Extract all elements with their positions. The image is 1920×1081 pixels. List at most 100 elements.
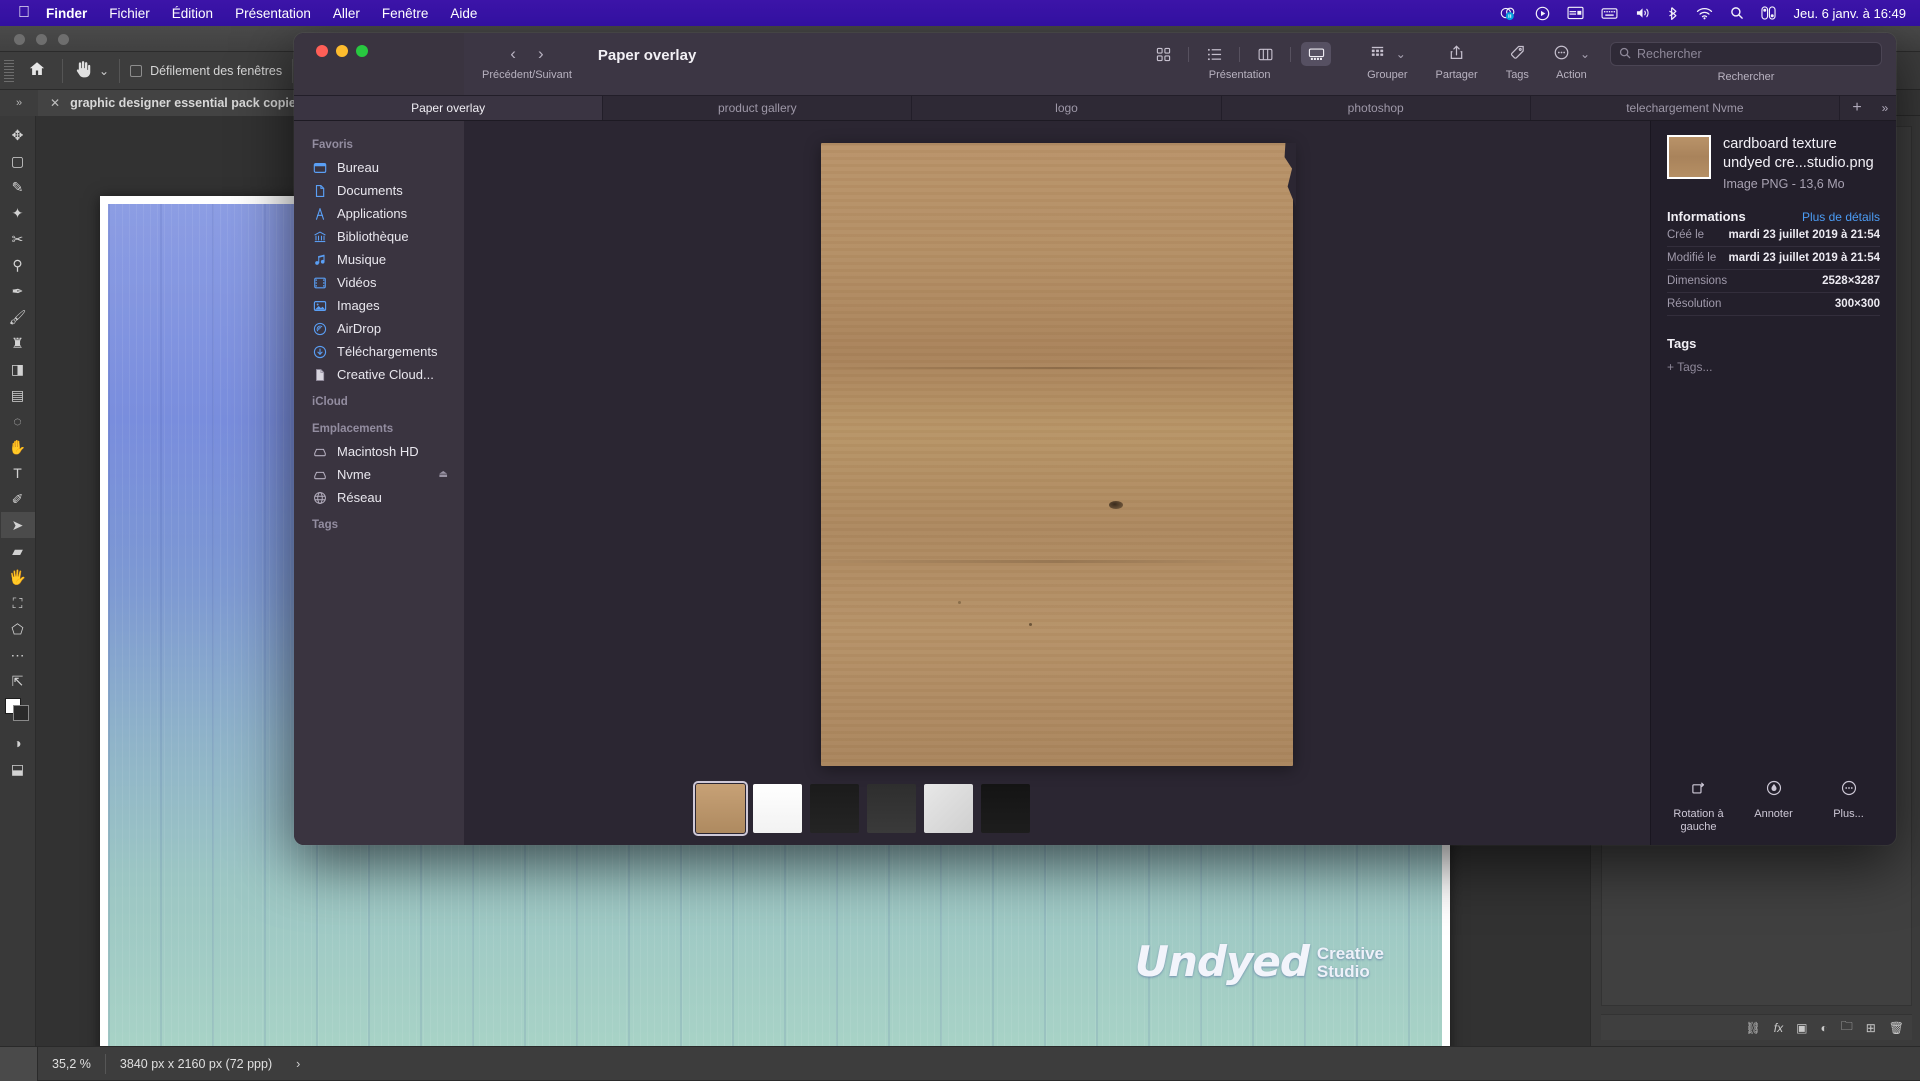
chevron-right-icon[interactable]: › — [532, 44, 550, 64]
chevron-down-icon[interactable]: ⌄ — [1396, 47, 1406, 61]
close-button[interactable] — [316, 45, 328, 57]
pen-tool-icon[interactable]: ✐ — [1, 486, 35, 512]
search-group[interactable]: Rechercher Rechercher — [1590, 41, 1882, 83]
hand-icon[interactable] — [73, 59, 93, 82]
filmstrip-thumb-black-texture[interactable] — [981, 783, 1030, 833]
menu-item-aide[interactable]: Aide — [450, 6, 477, 21]
sidebar-item-telechargements[interactable]: Téléchargements — [294, 340, 464, 363]
sidebar-item-nvme[interactable]: Nvme ⏏ — [294, 463, 464, 486]
new-layer-icon[interactable]: ⊞ — [1866, 1021, 1876, 1035]
layers-panel-toolbar[interactable]: ⛓ fx ▣ ◐ 🗀 ⊞ 🗑 — [1601, 1014, 1912, 1040]
move-tool-icon[interactable]: ✥ — [1, 122, 35, 148]
fx-icon[interactable]: fx — [1774, 1021, 1783, 1035]
menu-item-aller[interactable]: Aller — [333, 6, 360, 21]
zoom-tool-icon[interactable]: ⛶ — [1, 590, 35, 616]
group-button[interactable]: ⌄ Grouper — [1367, 41, 1407, 81]
keyboard-icon[interactable] — [1601, 7, 1618, 20]
double-chevron-icon[interactable]: » — [1874, 96, 1896, 120]
sidebar-item-bureau[interactable]: Bureau — [294, 156, 464, 179]
minimize-button[interactable] — [336, 45, 348, 57]
chevron-down-icon[interactable]: ⌄ — [1580, 47, 1590, 61]
chevron-left-icon[interactable]: ‹ — [504, 44, 522, 64]
tab-product-gallery[interactable]: product gallery — [603, 96, 913, 120]
info-panel-actions[interactable]: Rotation à gauche Annoter Plus... — [1651, 779, 1896, 835]
bluetooth-icon[interactable] — [1668, 6, 1679, 21]
filmstrip-thumb-cardboard[interactable] — [693, 780, 748, 836]
menu-item-edition[interactable]: Édition — [172, 6, 213, 21]
eraser-tool-icon[interactable]: ◨ — [1, 356, 35, 382]
tags-button[interactable]: Tags — [1506, 41, 1529, 81]
ps-close-button[interactable] — [14, 34, 25, 45]
more-button[interactable]: Plus... — [1814, 779, 1884, 822]
macos-menu-bar[interactable]:  Finder Fichier Édition Présentation Al… — [0, 0, 1920, 26]
menu-item-finder[interactable]: Finder — [46, 6, 87, 21]
menu-item-fenetre[interactable]: Fenêtre — [382, 6, 429, 21]
marquee-tool-icon[interactable]: ▢ — [1, 148, 35, 174]
finder-window[interactable]: ‹ › Précédent/Suivant Paper overlay Prés… — [294, 33, 1896, 845]
chevron-right-icon[interactable]: › — [286, 1057, 310, 1071]
search-input[interactable]: Rechercher — [1610, 42, 1882, 66]
finder-sidebar[interactable]: Favoris Bureau Documents Applications Bi… — [294, 121, 464, 845]
finder-info-panel[interactable]: cardboard texture undyed cre...studio.pn… — [1650, 121, 1896, 845]
tab-photoshop[interactable]: photoshop — [1222, 96, 1531, 120]
crop-tool-icon[interactable]: ✂ — [1, 226, 35, 252]
share-icon[interactable] — [1448, 44, 1465, 64]
quick-mask-icon[interactable]: ◑ — [1, 730, 35, 756]
finder-toolbar[interactable]: ‹ › Précédent/Suivant Paper overlay Prés… — [464, 33, 1896, 95]
menu-bar-clock[interactable]: Jeu. 6 janv. à 16:49 — [1793, 6, 1906, 21]
plus-icon[interactable]: + — [1840, 96, 1874, 120]
preview-area[interactable] — [464, 121, 1650, 771]
ps-zoom-button[interactable] — [58, 34, 69, 45]
tag-icon[interactable] — [1509, 44, 1526, 64]
scroll-windows-checkbox[interactable] — [130, 64, 143, 77]
sidebar-item-bibliotheque[interactable]: Bibliothèque — [294, 225, 464, 248]
panel-expand-toggle[interactable]: » — [0, 89, 38, 116]
link-icon[interactable]: ⛓ — [1746, 1021, 1761, 1035]
column-view-icon[interactable] — [1250, 42, 1280, 66]
share-button[interactable]: Partager — [1435, 41, 1478, 81]
control-center-icon[interactable] — [1761, 6, 1777, 20]
screen-recording-icon[interactable] — [1499, 6, 1518, 21]
group-icon[interactable] — [1369, 44, 1386, 64]
more-details-link[interactable]: Plus de détails — [1802, 210, 1880, 224]
markup-button[interactable]: Annoter — [1739, 779, 1809, 822]
screen-mode-icon[interactable]: ⇱ — [1, 668, 35, 694]
background-color-swatch[interactable] — [12, 705, 29, 721]
photoshop-tool-palette[interactable]: ✥ ▢ ✎ ✦ ✂ ⚲ ✒ 🖌 ♜ ◨ ▤ ◌ ✋ T ✐ ➤ ▰ 🖐 ⛶ ⬠ … — [0, 116, 36, 1046]
play-circle-icon[interactable] — [1535, 6, 1550, 21]
view-mode-group[interactable]: Présentation — [1146, 41, 1333, 81]
rotate-left-button[interactable]: Rotation à gauche — [1664, 779, 1734, 835]
sidebar-item-images[interactable]: Images — [294, 294, 464, 317]
menu-item-presentation[interactable]: Présentation — [235, 6, 311, 21]
eyedropper-icon[interactable]: ⚲ — [1, 252, 35, 278]
chevron-down-icon[interactable]: ⌄ — [99, 64, 109, 78]
display-icon[interactable] — [1567, 6, 1585, 20]
zoom-percent-field[interactable]: 35,2 % — [38, 1053, 106, 1074]
photoshop-document-tab[interactable]: ✕ graphic designer essential pack copie … — [38, 89, 327, 116]
eject-icon[interactable]: ⏏ — [439, 469, 448, 480]
healing-brush-icon[interactable]: ✒ — [1, 278, 35, 304]
menu-bar-status-items[interactable]: Jeu. 6 janv. à 16:49 — [1499, 6, 1912, 21]
zoom-button[interactable] — [356, 45, 368, 57]
sidebar-item-musique[interactable]: Musique — [294, 248, 464, 271]
home-icon[interactable] — [28, 60, 46, 81]
window-controls[interactable] — [316, 45, 368, 57]
sidebar-item-creative-cloud[interactable]: Creative Cloud... — [294, 363, 464, 386]
search-icon[interactable] — [1730, 6, 1744, 20]
sidebar-item-videos[interactable]: Vidéos — [294, 271, 464, 294]
ellipsis-circle-icon[interactable] — [1553, 44, 1570, 64]
tab-paper-overlay[interactable]: Paper overlay — [294, 96, 604, 120]
toolbar-right-group[interactable]: Présentation ⌄ Grouper Partager Tags ⌄ A… — [1146, 41, 1882, 83]
action-button[interactable]: ⌄ Action — [1553, 41, 1590, 81]
finder-tab-bar[interactable]: Paper overlay product gallery logo photo… — [294, 95, 1896, 121]
sidebar-item-airdrop[interactable]: AirDrop — [294, 317, 464, 340]
sidebar-item-applications[interactable]: Applications — [294, 202, 464, 225]
screen-layout-icon[interactable]: ⬓ — [1, 756, 35, 782]
close-icon[interactable]: ✕ — [50, 96, 60, 110]
blur-tool-icon[interactable]: ◌ — [1, 408, 35, 434]
group-icon[interactable]: 🗀 — [1841, 1017, 1853, 1038]
filmstrip-thumb-white-paper[interactable] — [753, 783, 802, 833]
gallery-view-icon[interactable] — [1301, 42, 1332, 66]
wifi-icon[interactable] — [1696, 7, 1713, 20]
sidebar-item-macintosh-hd[interactable]: Macintosh HD — [294, 440, 464, 463]
